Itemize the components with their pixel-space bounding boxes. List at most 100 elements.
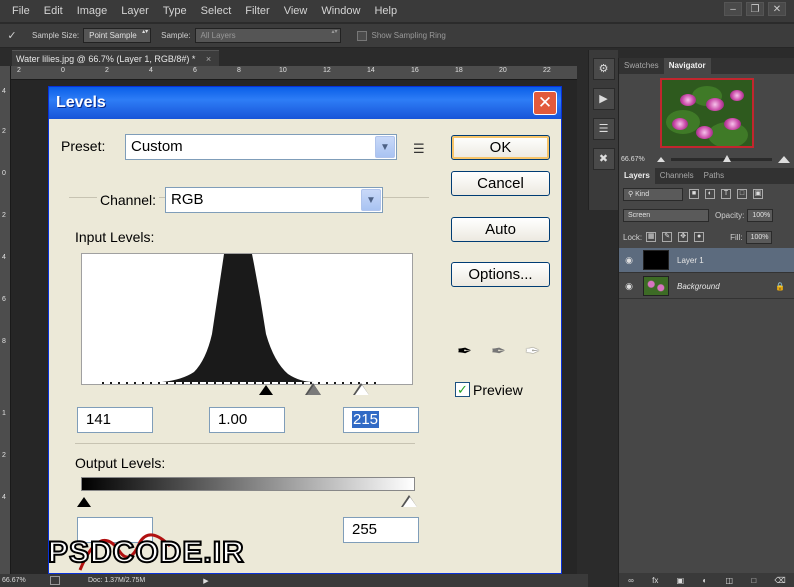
- menu-view[interactable]: View: [284, 5, 308, 17]
- zoom-out-icon[interactable]: [657, 156, 665, 162]
- histogram: [81, 253, 413, 385]
- history-icon[interactable]: ⚙: [592, 58, 615, 80]
- menu-image[interactable]: Image: [77, 5, 108, 17]
- adjustment-icon[interactable]: ◐: [702, 576, 707, 585]
- show-sampling-ring-checkbox[interactable]: [356, 30, 367, 41]
- navigator-zoom-slider[interactable]: [671, 154, 772, 162]
- lock-move-icon[interactable]: ✥: [678, 232, 689, 242]
- menu-select[interactable]: Select: [201, 5, 232, 17]
- channel-select[interactable]: RGB ▼: [165, 187, 383, 213]
- preset-options-icon[interactable]: ☰: [413, 141, 425, 157]
- menu-help[interactable]: Help: [374, 5, 397, 17]
- menu-edit[interactable]: Edit: [44, 5, 63, 17]
- zoom-level[interactable]: 66.67%: [0, 577, 36, 584]
- lily-flower: [705, 98, 724, 111]
- input-black-slider[interactable]: [259, 385, 273, 395]
- chevron-down-icon[interactable]: ▼: [361, 189, 381, 211]
- sample-size-label: Sample Size:: [32, 31, 80, 40]
- filter-pixel-icon[interactable]: ■: [689, 189, 699, 199]
- slider-knob[interactable]: [723, 154, 731, 162]
- folder-icon[interactable]: ◫: [726, 576, 734, 585]
- ruler-tick: 14: [367, 67, 375, 74]
- filter-shape-icon[interactable]: □: [737, 189, 747, 199]
- menu-window[interactable]: Window: [321, 5, 360, 17]
- sample-select[interactable]: All Layers: [194, 28, 341, 43]
- dialog-titlebar[interactable]: Levels: [49, 87, 561, 119]
- filter-smart-icon[interactable]: ▣: [753, 189, 763, 199]
- menu-filter[interactable]: Filter: [245, 5, 269, 17]
- document-tab[interactable]: Water lilies.jpg @ 66.7% (Layer 1, RGB/8…: [12, 50, 220, 66]
- blend-mode-select[interactable]: Screen: [623, 208, 709, 222]
- chevron-down-icon[interactable]: ▼: [375, 136, 395, 158]
- status-icon[interactable]: [50, 576, 60, 585]
- eye-icon[interactable]: ◉: [619, 281, 639, 292]
- lock-paint-icon[interactable]: ✎: [662, 232, 673, 242]
- input-gamma-field[interactable]: 1.00: [209, 407, 285, 433]
- lock-all-icon[interactable]: ●: [694, 232, 705, 242]
- lock-fill-row: Lock: ▦ ✎ ✥ ● Fill: 100%: [619, 226, 794, 248]
- tab-paths[interactable]: Paths: [699, 168, 729, 184]
- sample-size-select[interactable]: Point Sample: [83, 28, 152, 43]
- output-black-slider[interactable]: [77, 497, 91, 507]
- fx-icon[interactable]: fx: [652, 576, 658, 585]
- black-eyedropper-icon[interactable]: ✒: [457, 341, 472, 362]
- minimize-icon[interactable]: –: [724, 2, 742, 16]
- eyedropper-tool-icon[interactable]: ✓: [0, 29, 24, 42]
- layer-name: Background: [677, 281, 720, 291]
- output-white-field[interactable]: 255: [343, 517, 419, 543]
- auto-button[interactable]: Auto: [451, 217, 550, 242]
- mask-icon[interactable]: ▣: [677, 576, 685, 585]
- status-menu-icon[interactable]: ▶: [203, 577, 208, 585]
- tab-channels[interactable]: Channels: [655, 168, 699, 184]
- trash-icon[interactable]: ⌫: [774, 576, 785, 585]
- close-icon[interactable]: ✕: [768, 2, 786, 16]
- ok-button[interactable]: OK: [451, 135, 550, 160]
- layer-row-layer-1[interactable]: ◉ Layer 1: [619, 248, 794, 273]
- lily-flower: [695, 126, 713, 139]
- ruler-tick: 4: [2, 254, 6, 261]
- white-eyedropper-icon[interactable]: ✒: [525, 341, 540, 362]
- menu-type[interactable]: Type: [163, 5, 187, 17]
- preset-label: Preset:: [61, 138, 106, 154]
- layer-kind-select[interactable]: ⚲ Kind: [623, 187, 683, 201]
- filter-adjust-icon[interactable]: ◐: [705, 189, 715, 199]
- ruler-tick: 0: [2, 170, 6, 177]
- menu-layer[interactable]: Layer: [121, 5, 149, 17]
- navigator-zoom-row: 66.67%: [621, 153, 790, 165]
- restore-icon[interactable]: ❐: [746, 2, 764, 16]
- status-bar: 66.67% Doc: 1.37M/2.75M ▶: [0, 574, 588, 587]
- options-button[interactable]: Options...: [451, 262, 550, 287]
- fill-field[interactable]: 100%: [745, 230, 772, 244]
- navigator-thumbnail[interactable]: [659, 78, 754, 148]
- layer-row-background[interactable]: ◉ Background 🔒: [619, 274, 794, 299]
- filter-type-icon[interactable]: T: [721, 189, 731, 199]
- properties-icon[interactable]: ☰: [592, 118, 615, 140]
- zoom-in-icon[interactable]: [778, 155, 790, 163]
- actions-icon[interactable]: ▶: [592, 88, 615, 110]
- lock-transparent-icon[interactable]: ▦: [646, 232, 657, 242]
- window-controls: – ❐ ✕: [724, 2, 786, 16]
- ruler-tick: 16: [411, 67, 419, 74]
- menu-file[interactable]: File: [12, 5, 30, 17]
- gray-eyedropper-icon[interactable]: ✒: [491, 341, 506, 362]
- tab-close-icon[interactable]: ×: [206, 54, 211, 64]
- preview-checkbox[interactable]: ✓: [455, 382, 470, 397]
- link-layers-icon[interactable]: ∞: [628, 576, 634, 585]
- opacity-field[interactable]: 100%: [747, 208, 774, 222]
- lily-flower: [729, 90, 744, 101]
- input-white-field[interactable]: 215: [343, 407, 419, 433]
- navigator-zoom-value[interactable]: 66.67%: [621, 156, 657, 163]
- tab-swatches[interactable]: Swatches: [619, 58, 664, 74]
- new-layer-icon[interactable]: □: [751, 576, 756, 585]
- tab-navigator[interactable]: Navigator: [663, 58, 711, 74]
- eye-icon[interactable]: ◉: [619, 255, 639, 266]
- ruler-tick: 8: [237, 67, 241, 74]
- ruler-tick: 6: [2, 296, 6, 303]
- tools-icon[interactable]: ✖: [592, 148, 615, 170]
- cancel-button[interactable]: Cancel: [451, 171, 550, 196]
- preset-select[interactable]: Custom ▼: [125, 134, 397, 160]
- input-black-field[interactable]: 141: [77, 407, 153, 433]
- ruler-tick: 6: [193, 67, 197, 74]
- close-icon[interactable]: ✕: [533, 91, 557, 115]
- tab-layers[interactable]: Layers: [619, 168, 655, 184]
